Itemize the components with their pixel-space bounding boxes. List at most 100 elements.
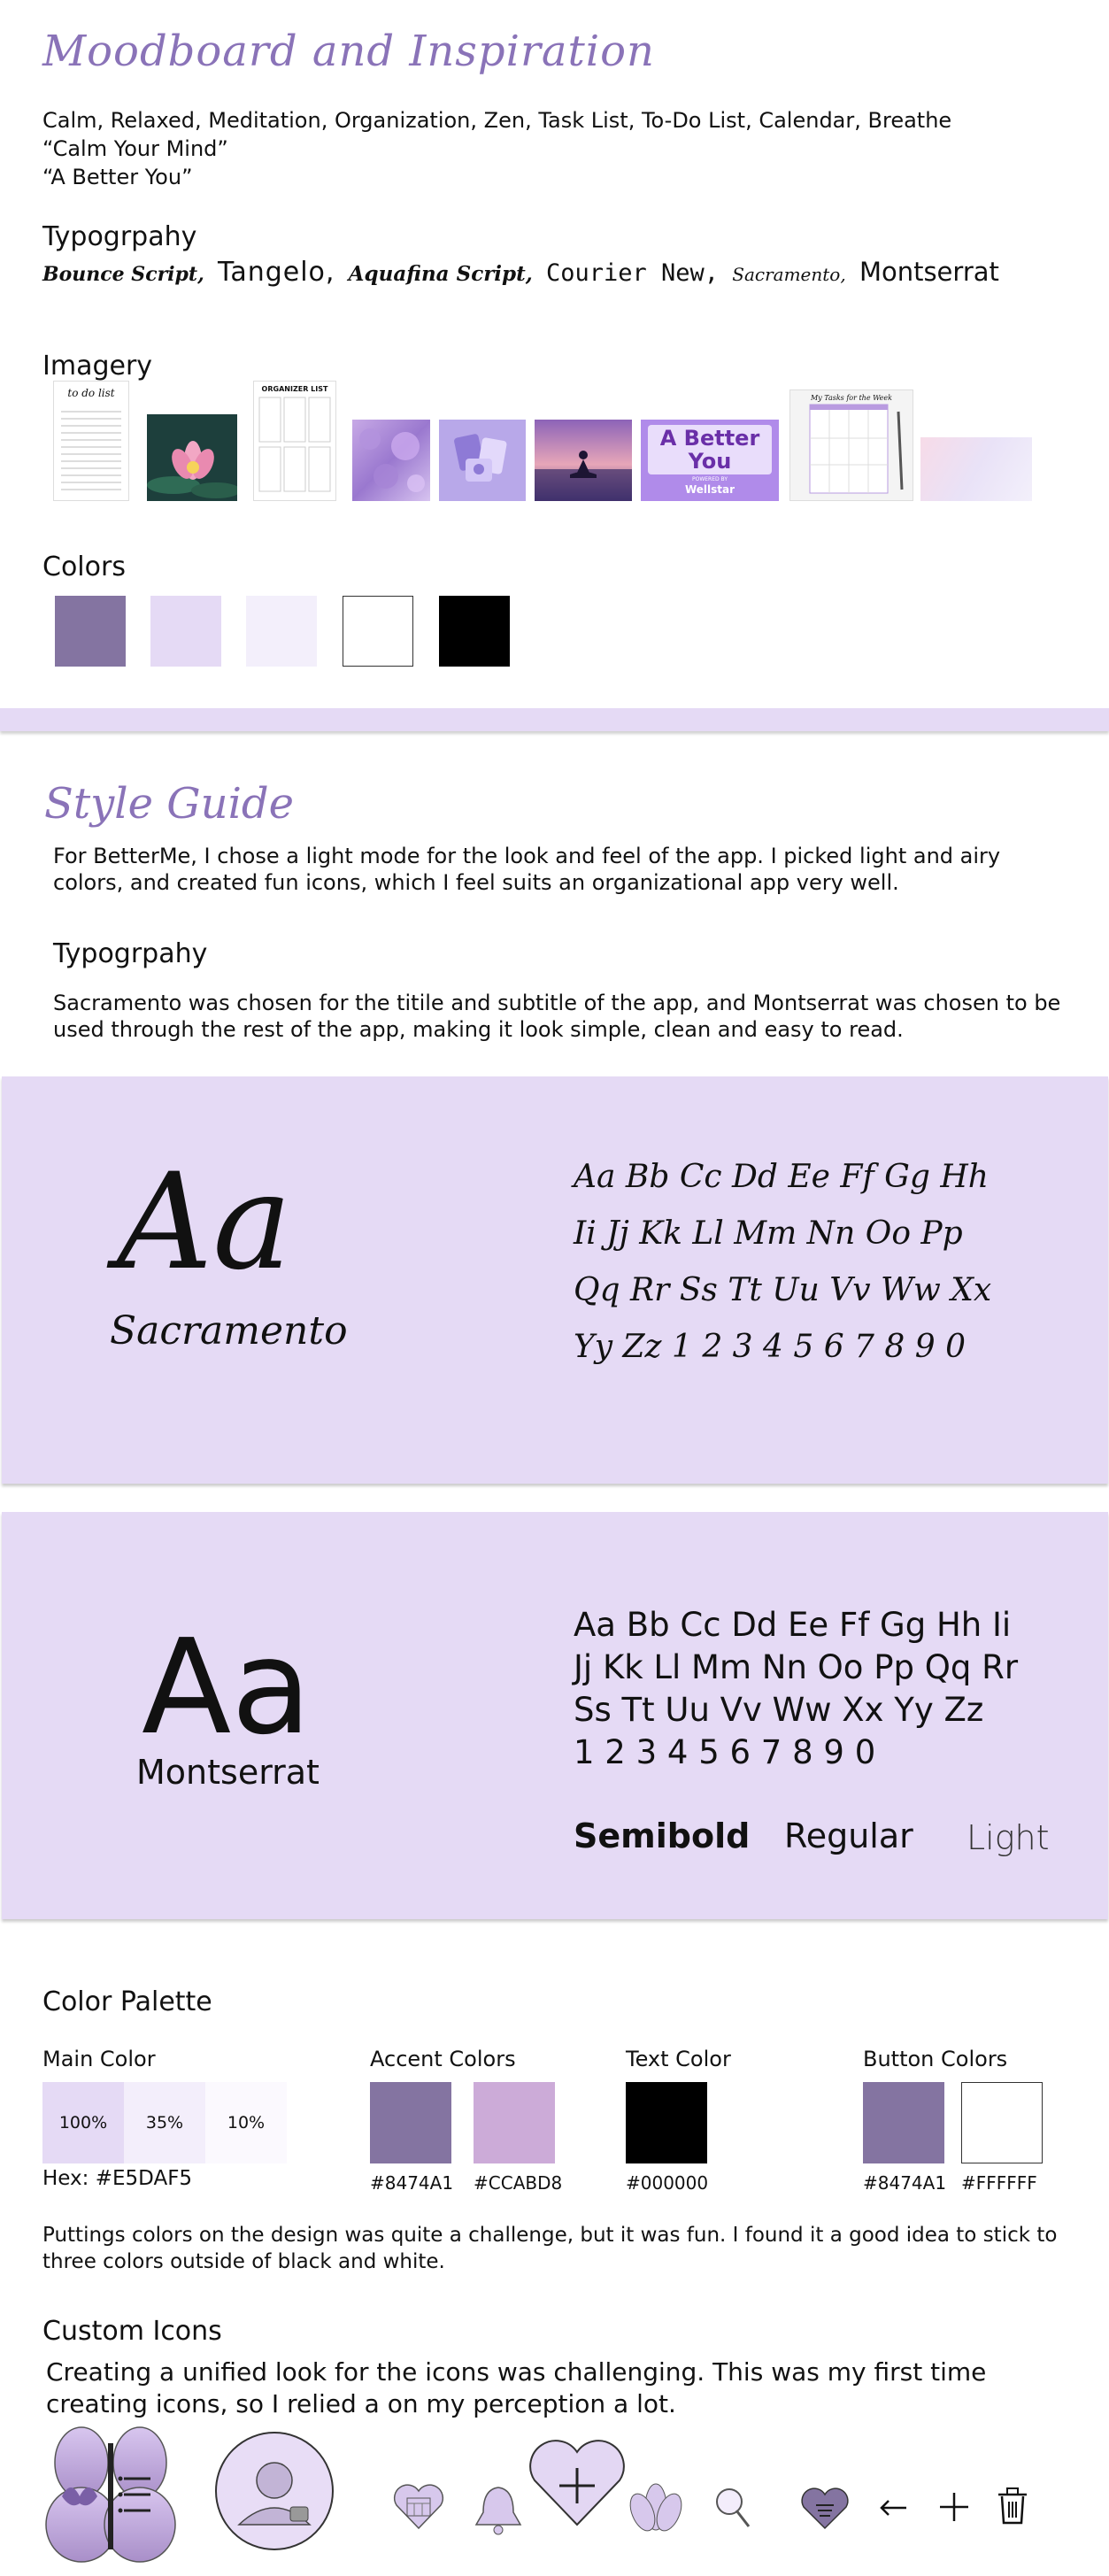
banner-brand: Wellstar [684,483,735,496]
accent-swatch-1 [370,2082,451,2163]
heart-list-icon [801,2487,849,2530]
main-color-label: Main Color [42,2047,156,2071]
sacramento-sample: Aa [117,1145,292,1300]
todo-list-label: to do list [67,387,115,399]
style-guide-typography-heading: Typogrpahy [53,938,208,969]
add-icon[interactable] [936,2489,972,2525]
moodboard-swatch-black [439,596,510,667]
moodboard-swatch-white [343,596,413,667]
sacramento-alphabet-line: Qq Rr Ss Tt Uu Vv Ww Xx [574,1272,992,1308]
calendar-heart-icon [393,2484,444,2530]
moodboard-swatch-lavender [150,596,221,667]
accent-hex-2: #CCABD8 [474,2172,563,2194]
montserrat-alphabet-line: Ss Tt Uu Vv Ww Xx Yy Zz [574,1691,984,1729]
main-color-hex: Hex: #E5DAF5 [42,2167,193,2190]
accent-swatch-2 [474,2082,555,2163]
button-swatch-2 [961,2082,1043,2163]
app-icons-image [439,420,526,501]
icons-row [35,2426,1080,2567]
moodboard-swatch-light [246,596,317,667]
accent-colors-label: Accent Colors [370,2047,516,2071]
butterfly-logo-icon [45,2426,176,2563]
montserrat-alphabet: Aa Bb Cc Dd Ee Ff Gg Hh Ii Jj Kk Ll Mm N… [574,1604,1018,1774]
banner-sub: POWERED BY [691,476,728,482]
font-sacramento: Sacramento, [732,264,846,285]
custom-icons-text: Creating a unified look for the icons wa… [46,2357,987,2418]
bell-notification-icon [474,2487,522,2535]
section-divider [0,708,1109,731]
imagery-strip: to do list ORGANIZER LIST A Better You P… [53,381,1036,501]
meditation-icon [535,451,632,501]
montserrat-alphabet-line: Jj Kk Ll Mm Nn Oo Pp Qq Rr [574,1648,1019,1686]
banner-title: A Better You [648,425,772,474]
pastel-texture-image [920,437,1032,501]
weight-light: Light [967,1818,1050,1857]
font-montserrat: Montserrat [859,257,999,287]
moodboard-typography-heading: Typogrpahy [42,221,197,252]
banner-line2: You [688,449,732,474]
montserrat-font-name: Montserrat [136,1753,320,1792]
color-palette-note: Puttings colors on the design was quite … [42,2224,1058,2273]
montserrat-alphabet-line: Aa Bb Cc Dd Ee Ff Gg Hh Ii [574,1606,1012,1644]
button-colors-label: Button Colors [863,2047,1008,2071]
moodboard-keywords: Calm, Relaxed, Meditation, Organization,… [42,106,951,191]
tint-pct: 35% [145,2113,184,2133]
app-icons-graphic [454,434,507,482]
main-tint-35: 35% [124,2082,205,2163]
montserrat-sample: Aa [142,1611,312,1763]
sacramento-alphabet: Aa Bb Cc Dd Ee Ff Gg Hh Ii Jj Kk Ll Mm N… [574,1149,991,1376]
keywords-line: Calm, Relaxed, Meditation, Organization,… [42,108,952,133]
style-guide-intro: For BetterMe, I chose a light mode for t… [53,844,1001,895]
search-heart-icon [716,2488,751,2527]
font-courier: Courier New, [545,259,720,287]
tint-pct: 10% [227,2113,266,2133]
color-palette-heading: Color Palette [42,1986,212,2017]
text-color-swatch [626,2082,707,2163]
main-tint-10: 10% [205,2082,287,2163]
heart-add-icon [529,2440,625,2526]
trash-icon[interactable] [995,2486,1030,2526]
weight-semibold: Semibold [574,1816,751,1855]
better-you-banner: A Better You POWERED BY Wellstar [641,420,779,501]
sacramento-alphabet-line: Aa Bb Cc Dd Ee Ff Gg Hh [574,1159,989,1195]
font-aquafina: Aquafina Script, [348,262,533,286]
profile-avatar-icon [215,2432,334,2550]
sacramento-font-name: Sacramento [110,1308,348,1354]
weekly-planner-image: My Tasks for the Week [789,389,913,501]
button-swatch-1 [863,2082,944,2163]
accent-hex-1: #8474A1 [370,2172,454,2194]
organizer-label: ORGANIZER LIST [261,385,328,393]
lotus-meditation-icon [629,2483,682,2532]
petals-icon [359,428,425,492]
moodboard-swatch-purple [55,596,126,667]
organizer-list-image: ORGANIZER LIST [253,381,336,501]
font-bounce-script: Bounce Script, [42,263,204,286]
back-arrow-icon[interactable] [876,2495,912,2521]
planner-grid [809,404,904,494]
style-guide-typography-text: Sacramento was chosen for the titile and… [53,991,1061,1042]
tint-pct: 100% [58,2113,108,2133]
purple-flowers-image [352,420,430,501]
button-hex-1: #8474A1 [863,2172,947,2194]
lotus-icon [147,441,237,498]
quote-calm: “Calm Your Mind” [42,136,228,161]
grid-graphic [258,397,331,492]
colors-heading: Colors [42,551,126,582]
meditation-image [535,420,632,501]
sacramento-alphabet-line: Yy Zz 1 2 3 4 5 6 7 8 9 0 [574,1329,967,1365]
sacramento-alphabet-line: Ii Jj Kk Ll Mm Nn Oo Pp [574,1215,963,1252]
font-tangelo: Tangelo, [217,257,335,288]
montserrat-panel: Aa Montserrat Aa Bb Cc Dd Ee Ff Gg Hh Ii… [2,1512,1108,1919]
planner-label: My Tasks for the Week [810,394,892,402]
quote-better: “A Better You” [42,165,193,189]
font-samples: Bounce Script, Tangelo, Aquafina Script,… [42,257,1005,288]
style-guide-title: Style Guide [44,779,295,829]
sacramento-panel: Aa Sacramento Aa Bb Cc Dd Ee Ff Gg Hh Ii… [2,1076,1108,1484]
lines-graphic [61,411,121,490]
imagery-heading: Imagery [42,351,153,382]
main-tint-100: 100% [42,2082,124,2163]
text-color-label: Text Color [626,2047,731,2071]
banner-line1: A Better [659,426,760,451]
button-hex-2: #FFFFFF [961,2172,1037,2194]
todo-list-image: to do list [53,381,129,501]
